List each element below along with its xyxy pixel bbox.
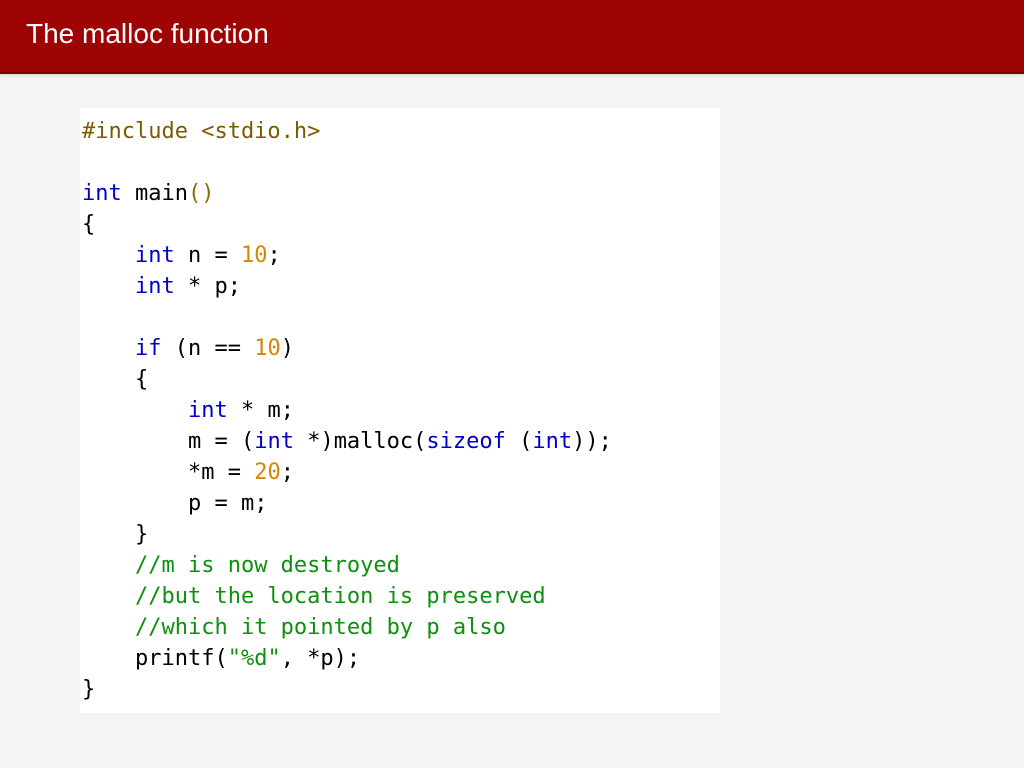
code-keyword-int: int: [135, 243, 175, 268]
code-brace: {: [82, 212, 95, 237]
code-text: ));: [572, 429, 612, 454]
code-keyword-int: int: [135, 274, 175, 299]
code-brace: }: [135, 522, 148, 547]
code-number: 20: [254, 460, 281, 485]
code-text: n =: [175, 243, 241, 268]
code-text: printf(: [135, 646, 228, 671]
code-func-main: main: [122, 181, 188, 206]
code-keyword-int: int: [188, 398, 228, 423]
code-keyword-int: int: [532, 429, 572, 454]
code-preproc: #include <stdio.h>: [82, 119, 320, 144]
code-text: (: [506, 429, 533, 454]
code-brace: }: [82, 677, 95, 702]
code-paren: (): [188, 181, 215, 206]
code-text: m = (: [188, 429, 254, 454]
code-text: ;: [281, 460, 294, 485]
code-block: #include <stdio.h> int main() { int n = …: [80, 108, 720, 713]
code-text: ): [281, 336, 294, 361]
code-keyword-int: int: [82, 181, 122, 206]
code-comment: //but the location is preserved: [135, 584, 546, 609]
code-text: *)malloc(: [294, 429, 426, 454]
code-text: *m =: [188, 460, 254, 485]
slide-header: The malloc function: [0, 0, 1024, 74]
code-text: (n ==: [161, 336, 254, 361]
code-text: * p;: [175, 274, 241, 299]
slide-body: #include <stdio.h> int main() { int n = …: [0, 74, 1024, 713]
code-string: "%d": [228, 646, 281, 671]
code-comment: //m is now destroyed: [135, 553, 400, 578]
code-keyword-int: int: [254, 429, 294, 454]
code-text: , *p);: [281, 646, 360, 671]
code-number: 10: [254, 336, 281, 361]
code-brace: {: [135, 367, 148, 392]
slide-title: The malloc function: [26, 18, 269, 49]
code-keyword-sizeof: sizeof: [426, 429, 505, 454]
code-text: ;: [267, 243, 280, 268]
code-comment: //which it pointed by p also: [135, 615, 506, 640]
code-text: p = m;: [188, 491, 267, 516]
code-keyword-if: if: [135, 336, 162, 361]
code-text: * m;: [228, 398, 294, 423]
code-number: 10: [241, 243, 268, 268]
